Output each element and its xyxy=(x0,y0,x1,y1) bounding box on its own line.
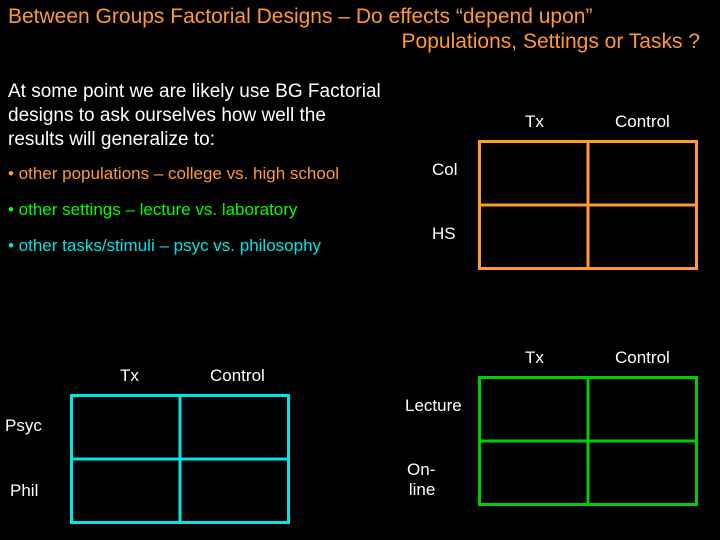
row-header-phil: Phil xyxy=(10,481,38,501)
row-header-col: Col xyxy=(432,160,458,180)
col-header-tx: Tx xyxy=(525,112,544,132)
grid-box-cyan xyxy=(70,394,290,524)
row-header-lecture: Lecture xyxy=(405,396,462,416)
row-header-online: On-line xyxy=(407,460,435,500)
col-header-control: Control xyxy=(615,112,670,132)
row-header-psyc: Psyc xyxy=(5,416,42,436)
intro-text: At some point we are likely use BG Facto… xyxy=(0,62,390,155)
slide-title-line2: Populations, Settings or Tasks ? xyxy=(0,30,720,62)
slide-title-line1: Between Groups Factorial Designs – Do ef… xyxy=(0,0,720,30)
row-header-hs: HS xyxy=(432,224,456,244)
col-header-control-3: Control xyxy=(210,366,265,386)
grid-box-green xyxy=(478,376,698,506)
grid-box-orange xyxy=(478,140,698,270)
col-header-tx-3: Tx xyxy=(120,366,139,386)
col-header-tx-2: Tx xyxy=(525,348,544,368)
col-header-control-2: Control xyxy=(615,348,670,368)
